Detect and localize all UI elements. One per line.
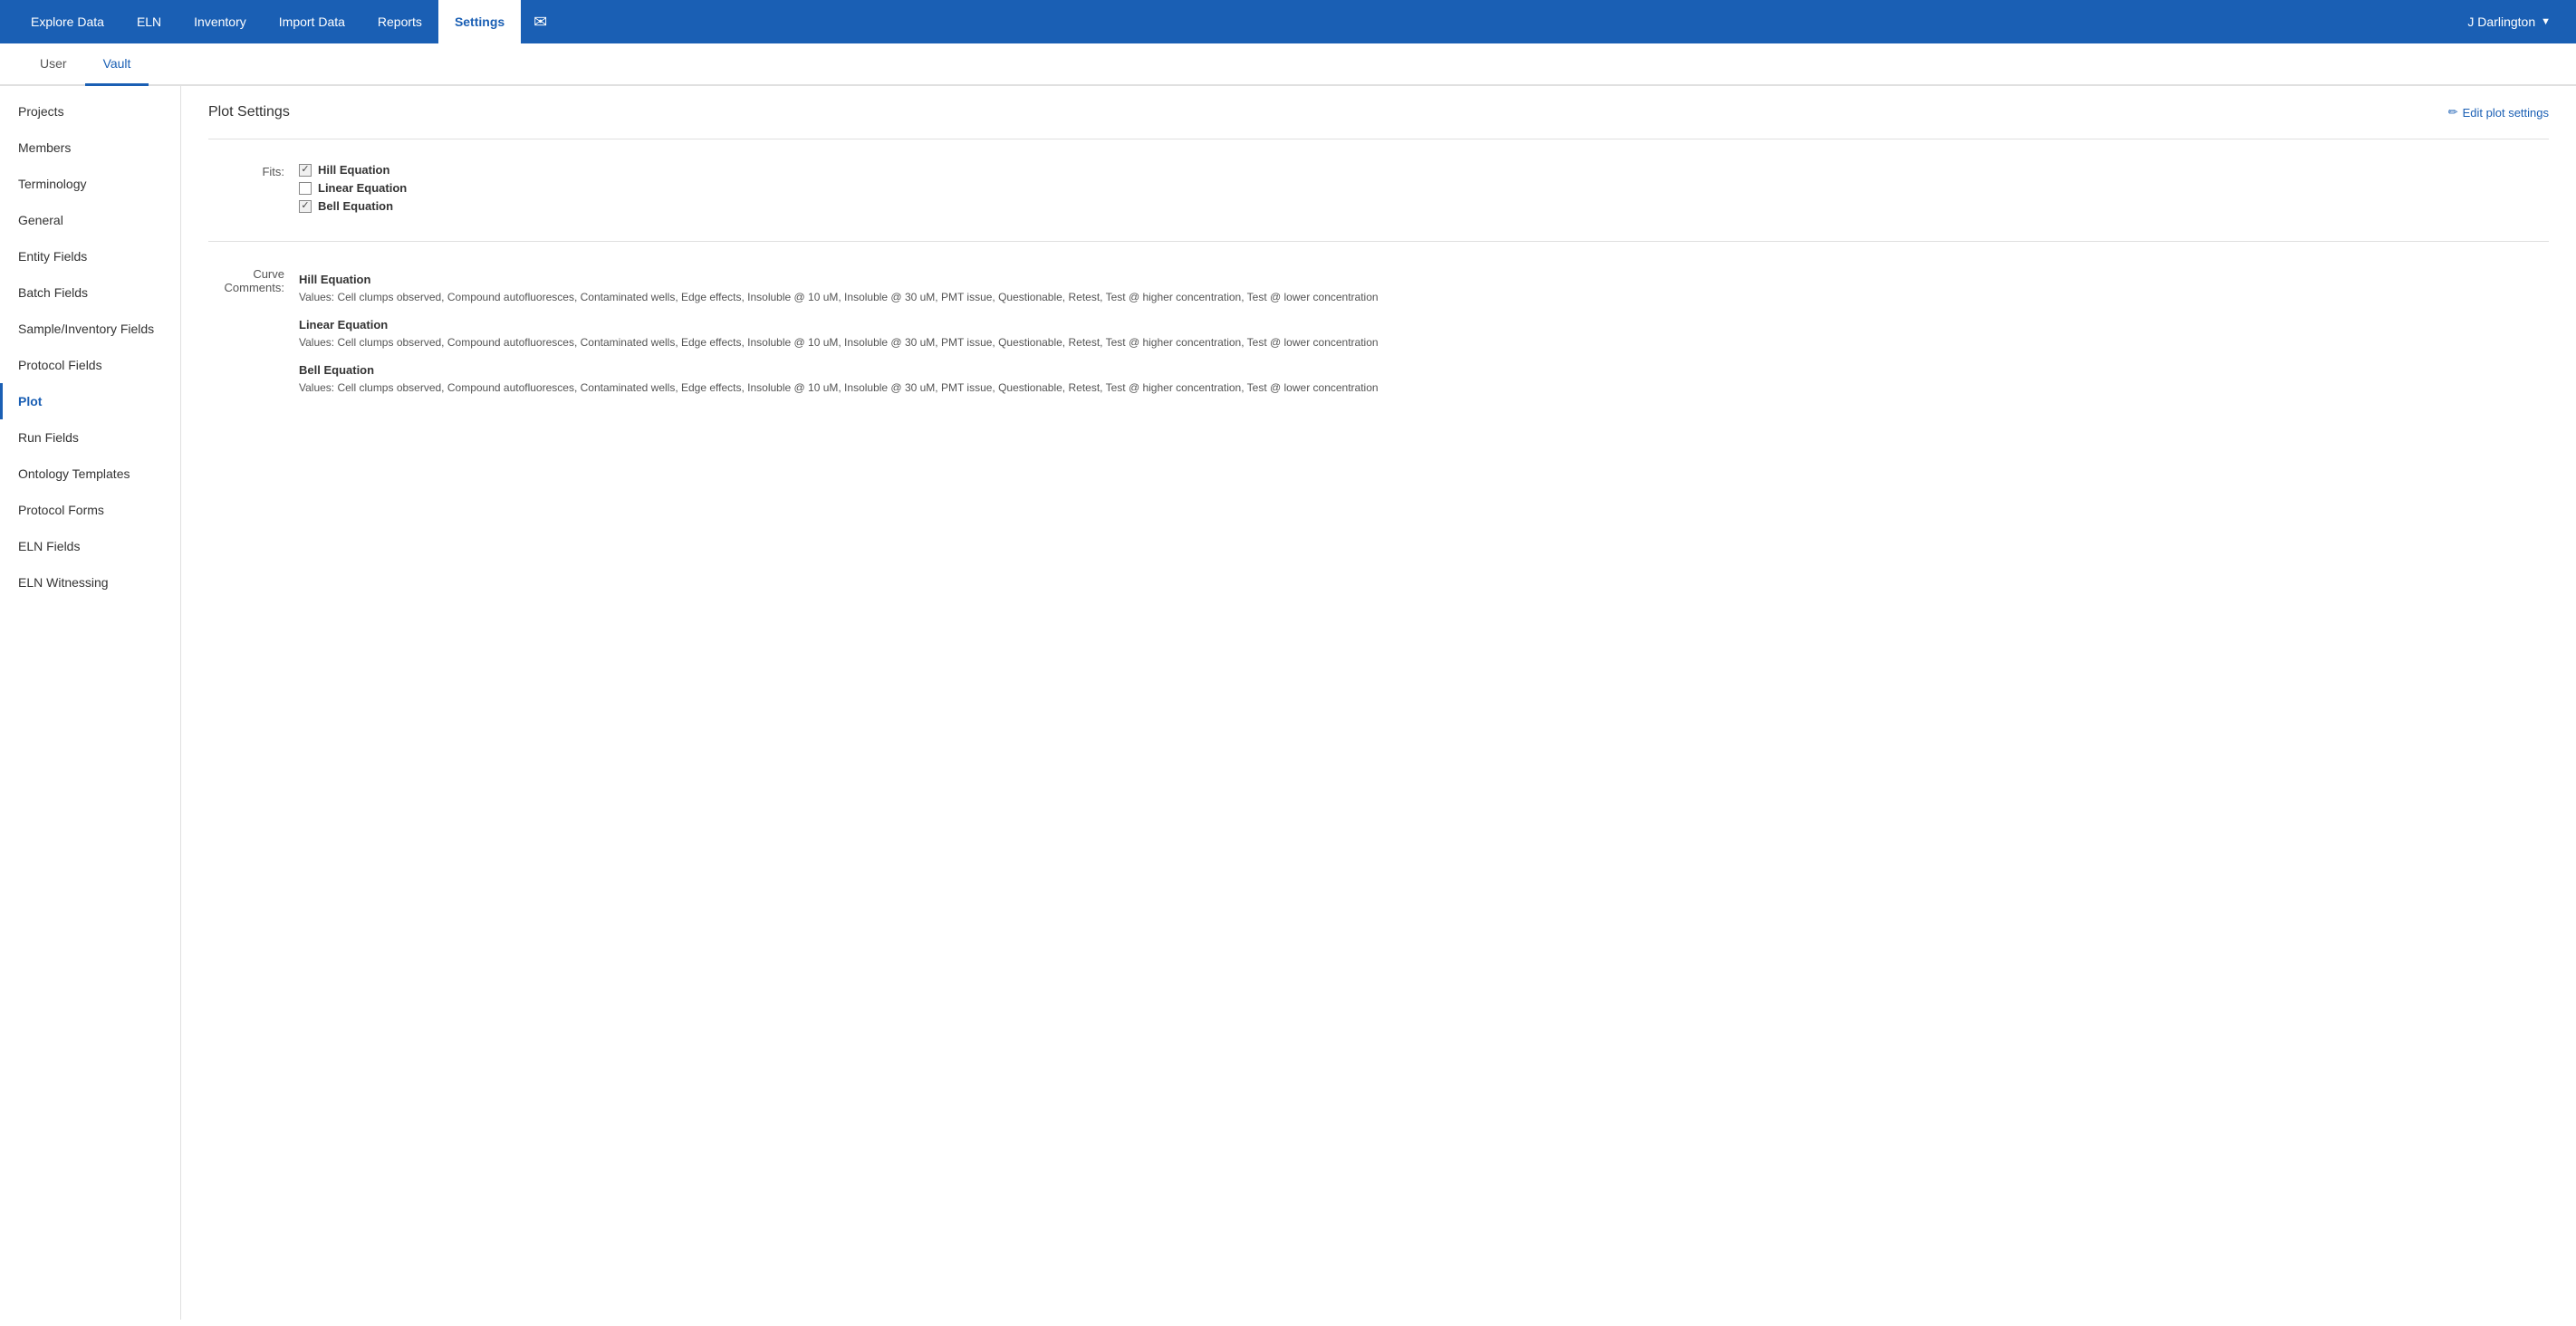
fits-linear-equation-checkbox[interactable] [299,182,312,195]
sidebar-item-entity-fields[interactable]: Entity Fields [0,238,180,274]
sidebar-item-projects[interactable]: Projects [0,93,180,130]
curve-comments-label: Curve Comments: [208,265,299,294]
curve-hill-title: Hill Equation [299,273,2549,286]
curve-comments-row: Curve Comments: Hill Equation Values: Ce… [208,256,2549,418]
fits-linear-equation-label: Linear Equation [318,181,407,195]
edit-icon: ✏ [2448,105,2458,120]
nav-reports[interactable]: Reports [361,0,438,43]
mail-icon[interactable]: ✉ [521,0,560,43]
curve-hill-block: Hill Equation Values: Cell clumps observ… [299,273,2549,305]
sidebar: Projects Members Terminology General Ent… [0,86,181,1320]
top-nav: Explore Data ELN Inventory Import Data R… [0,0,2576,43]
user-menu[interactable]: J Darlington ▼ [2456,0,2562,43]
sub-tabs: User Vault [0,43,2576,86]
fits-hill-equation-row: Hill Equation [299,163,2549,177]
content-header: Plot Settings ✏ Edit plot settings [208,104,2549,120]
page-title: Plot Settings [208,104,290,120]
fits-bell-equation-label: Bell Equation [318,199,393,213]
content-area: Plot Settings ✏ Edit plot settings Fits:… [181,86,2576,1320]
sidebar-item-ontology-templates[interactable]: Ontology Templates [0,456,180,492]
curve-hill-values: Values: Cell clumps observed, Compound a… [299,289,2549,305]
fits-hill-equation-label: Hill Equation [318,163,389,177]
sidebar-item-members[interactable]: Members [0,130,180,166]
fits-linear-equation-row: Linear Equation [299,181,2549,195]
middle-divider [208,241,2549,242]
sidebar-item-run-fields[interactable]: Run Fields [0,419,180,456]
tab-vault[interactable]: Vault [85,43,149,86]
nav-explore-data[interactable]: Explore Data [14,0,120,43]
sidebar-item-eln-fields[interactable]: ELN Fields [0,528,180,564]
user-menu-caret: ▼ [2541,16,2551,27]
nav-eln[interactable]: ELN [120,0,178,43]
fits-row: Fits: Hill Equation Linear Equation Bell… [208,154,2549,226]
curve-bell-block: Bell Equation Values: Cell clumps observ… [299,363,2549,396]
fits-bell-equation-row: Bell Equation [299,199,2549,213]
fits-hill-equation-checkbox[interactable] [299,164,312,177]
curve-linear-values: Values: Cell clumps observed, Compound a… [299,334,2549,351]
sidebar-item-general[interactable]: General [0,202,180,238]
sidebar-item-batch-fields[interactable]: Batch Fields [0,274,180,311]
sidebar-item-eln-witnessing[interactable]: ELN Witnessing [0,564,180,601]
nav-import-data[interactable]: Import Data [263,0,361,43]
curve-linear-title: Linear Equation [299,318,2549,332]
sidebar-item-protocol-forms[interactable]: Protocol Forms [0,492,180,528]
main-layout: Projects Members Terminology General Ent… [0,86,2576,1320]
user-name: J Darlington [2467,14,2535,29]
edit-label: Edit plot settings [2463,106,2549,120]
sidebar-item-terminology[interactable]: Terminology [0,166,180,202]
curve-bell-title: Bell Equation [299,363,2549,377]
sidebar-item-plot[interactable]: Plot [0,383,180,419]
edit-plot-settings-link[interactable]: ✏ Edit plot settings [2448,105,2549,120]
nav-settings[interactable]: Settings [438,0,521,43]
sidebar-item-protocol-fields[interactable]: Protocol Fields [0,347,180,383]
fits-bell-equation-checkbox[interactable] [299,200,312,213]
nav-inventory[interactable]: Inventory [178,0,263,43]
fits-label: Fits: [208,163,299,178]
sidebar-item-sample-inventory-fields[interactable]: Sample/Inventory Fields [0,311,180,347]
curve-comments-content: Hill Equation Values: Cell clumps observ… [299,273,2549,408]
curve-linear-block: Linear Equation Values: Cell clumps obse… [299,318,2549,351]
nav-items: Explore Data ELN Inventory Import Data R… [14,0,2456,43]
tab-user[interactable]: User [22,43,85,86]
fits-content: Hill Equation Linear Equation Bell Equat… [299,163,2549,217]
curve-bell-values: Values: Cell clumps observed, Compound a… [299,380,2549,396]
